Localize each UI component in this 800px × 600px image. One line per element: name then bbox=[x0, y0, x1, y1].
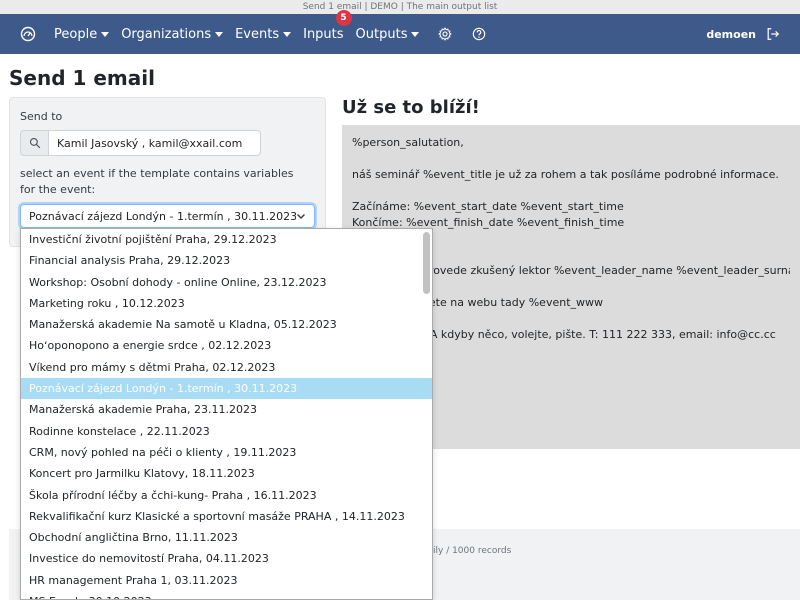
dropdown-option[interactable]: CRM, nový pohled na péči o klienty , 19.… bbox=[21, 442, 432, 463]
dropdown-option-selected[interactable]: Poznávací zájezd Londýn - 1.termín , 30.… bbox=[21, 378, 432, 400]
caret-down-icon bbox=[411, 31, 420, 37]
caret-down-icon bbox=[283, 31, 292, 37]
search-icon bbox=[20, 130, 48, 156]
recipient-input-group: Kamil Jasovský , kamil@xxail.com bbox=[20, 130, 261, 156]
dropdown-option[interactable]: Manažerská akademie Na samotě u Kladna, … bbox=[21, 314, 432, 335]
template-line bbox=[352, 151, 790, 167]
dropdown-option[interactable]: Manažerská akademie Praha, 23.11.2023 bbox=[21, 399, 432, 420]
nav-item-organizations[interactable]: Organizations bbox=[121, 27, 224, 42]
dropdown-option[interactable]: Rodinne konstelace , 22.11.2023 bbox=[21, 421, 432, 442]
nav-item-inputs[interactable]: Inputs 5 bbox=[303, 9, 352, 42]
template-line bbox=[352, 183, 790, 199]
dropdown-option[interactable]: Hoʻoponopono a energie srdce , 02.12.202… bbox=[21, 335, 432, 356]
dropdown-option[interactable]: Financial analysis Praha, 29.12.2023 bbox=[21, 250, 432, 271]
dropdown-option[interactable]: Obchodní angličtina Brno, 11.11.2023 bbox=[21, 527, 432, 548]
dropdown-option[interactable]: Investiční životní pojištění Praha, 29.1… bbox=[21, 229, 432, 250]
dropdown-option[interactable]: Marketing roku , 10.12.2023 bbox=[21, 293, 432, 314]
gear-icon[interactable] bbox=[437, 26, 453, 42]
dropdown-option[interactable]: Rekvalifikační kurz Klasické a sportovní… bbox=[21, 506, 432, 527]
event-help-text: select an event if the template contains… bbox=[20, 167, 294, 196]
page-title: Send 1 email bbox=[9, 66, 155, 90]
dropdown-option[interactable]: Koncert pro Jarmilku Klatovy, 18.11.2023 bbox=[21, 463, 432, 484]
event-dropdown-list[interactable]: Investiční životní pojištění Praha, 29.1… bbox=[20, 228, 433, 600]
nav-item-events[interactable]: Events bbox=[235, 27, 292, 42]
dropdown-option[interactable]: Víkend pro mámy s dětmi Praha, 02.12.202… bbox=[21, 357, 432, 378]
user-name[interactable]: demoen bbox=[706, 28, 756, 41]
question-circle-icon[interactable] bbox=[471, 26, 487, 42]
dropdown-scrollbar[interactable] bbox=[423, 232, 430, 294]
top-navbar: People Organizations Events Inputs 5 Outp… bbox=[0, 9, 800, 54]
logout-icon[interactable] bbox=[766, 26, 782, 42]
window-title: Send 1 email | DEMO | The main output li… bbox=[0, 0, 800, 14]
caret-down-icon bbox=[101, 31, 110, 37]
template-line: náš seminář %event_title je už za rohem … bbox=[352, 168, 779, 181]
template-line: %person_salutation, bbox=[352, 136, 464, 149]
dropdown-option[interactable]: MS Excel , 30.10.2023 bbox=[21, 591, 432, 599]
send-form-card: Send to Kamil Jasovský , kamil@xxail.com… bbox=[9, 97, 326, 247]
dropdown-option[interactable]: Workshop: Osobní dohody - online Online,… bbox=[21, 272, 432, 293]
recipient-input[interactable]: Kamil Jasovský , kamil@xxail.com bbox=[48, 130, 261, 156]
chevron-down-icon bbox=[296, 211, 306, 221]
event-select[interactable]: Poznávací zájezd Londýn - 1.termín , 30.… bbox=[20, 204, 315, 228]
event-select-value: Poznávací zájezd Londýn - 1.termín , 30.… bbox=[29, 209, 296, 223]
nav-item-people[interactable]: People bbox=[54, 27, 110, 42]
records-count: ily / 1000 records bbox=[433, 546, 512, 556]
template-line: Začínáme: %event_start_date %event_start… bbox=[352, 200, 624, 213]
dropdown-option[interactable]: Škola přírodní léčby a čchi-kung- Praha … bbox=[21, 485, 432, 506]
caret-down-icon bbox=[215, 31, 224, 37]
dropdown-option[interactable]: HR management Praha 1, 03.11.2023 bbox=[21, 570, 432, 591]
template-heading: Už se to blíží! bbox=[342, 97, 480, 118]
dropdown-option[interactable]: Investice do nemovitostí Praha, 04.11.20… bbox=[21, 548, 432, 569]
inputs-count-badge: 5 bbox=[335, 9, 352, 26]
nav-item-outputs[interactable]: Outputs bbox=[356, 27, 420, 42]
send-to-label: Send to bbox=[20, 110, 63, 123]
dashboard-gauge-icon[interactable] bbox=[18, 24, 38, 44]
